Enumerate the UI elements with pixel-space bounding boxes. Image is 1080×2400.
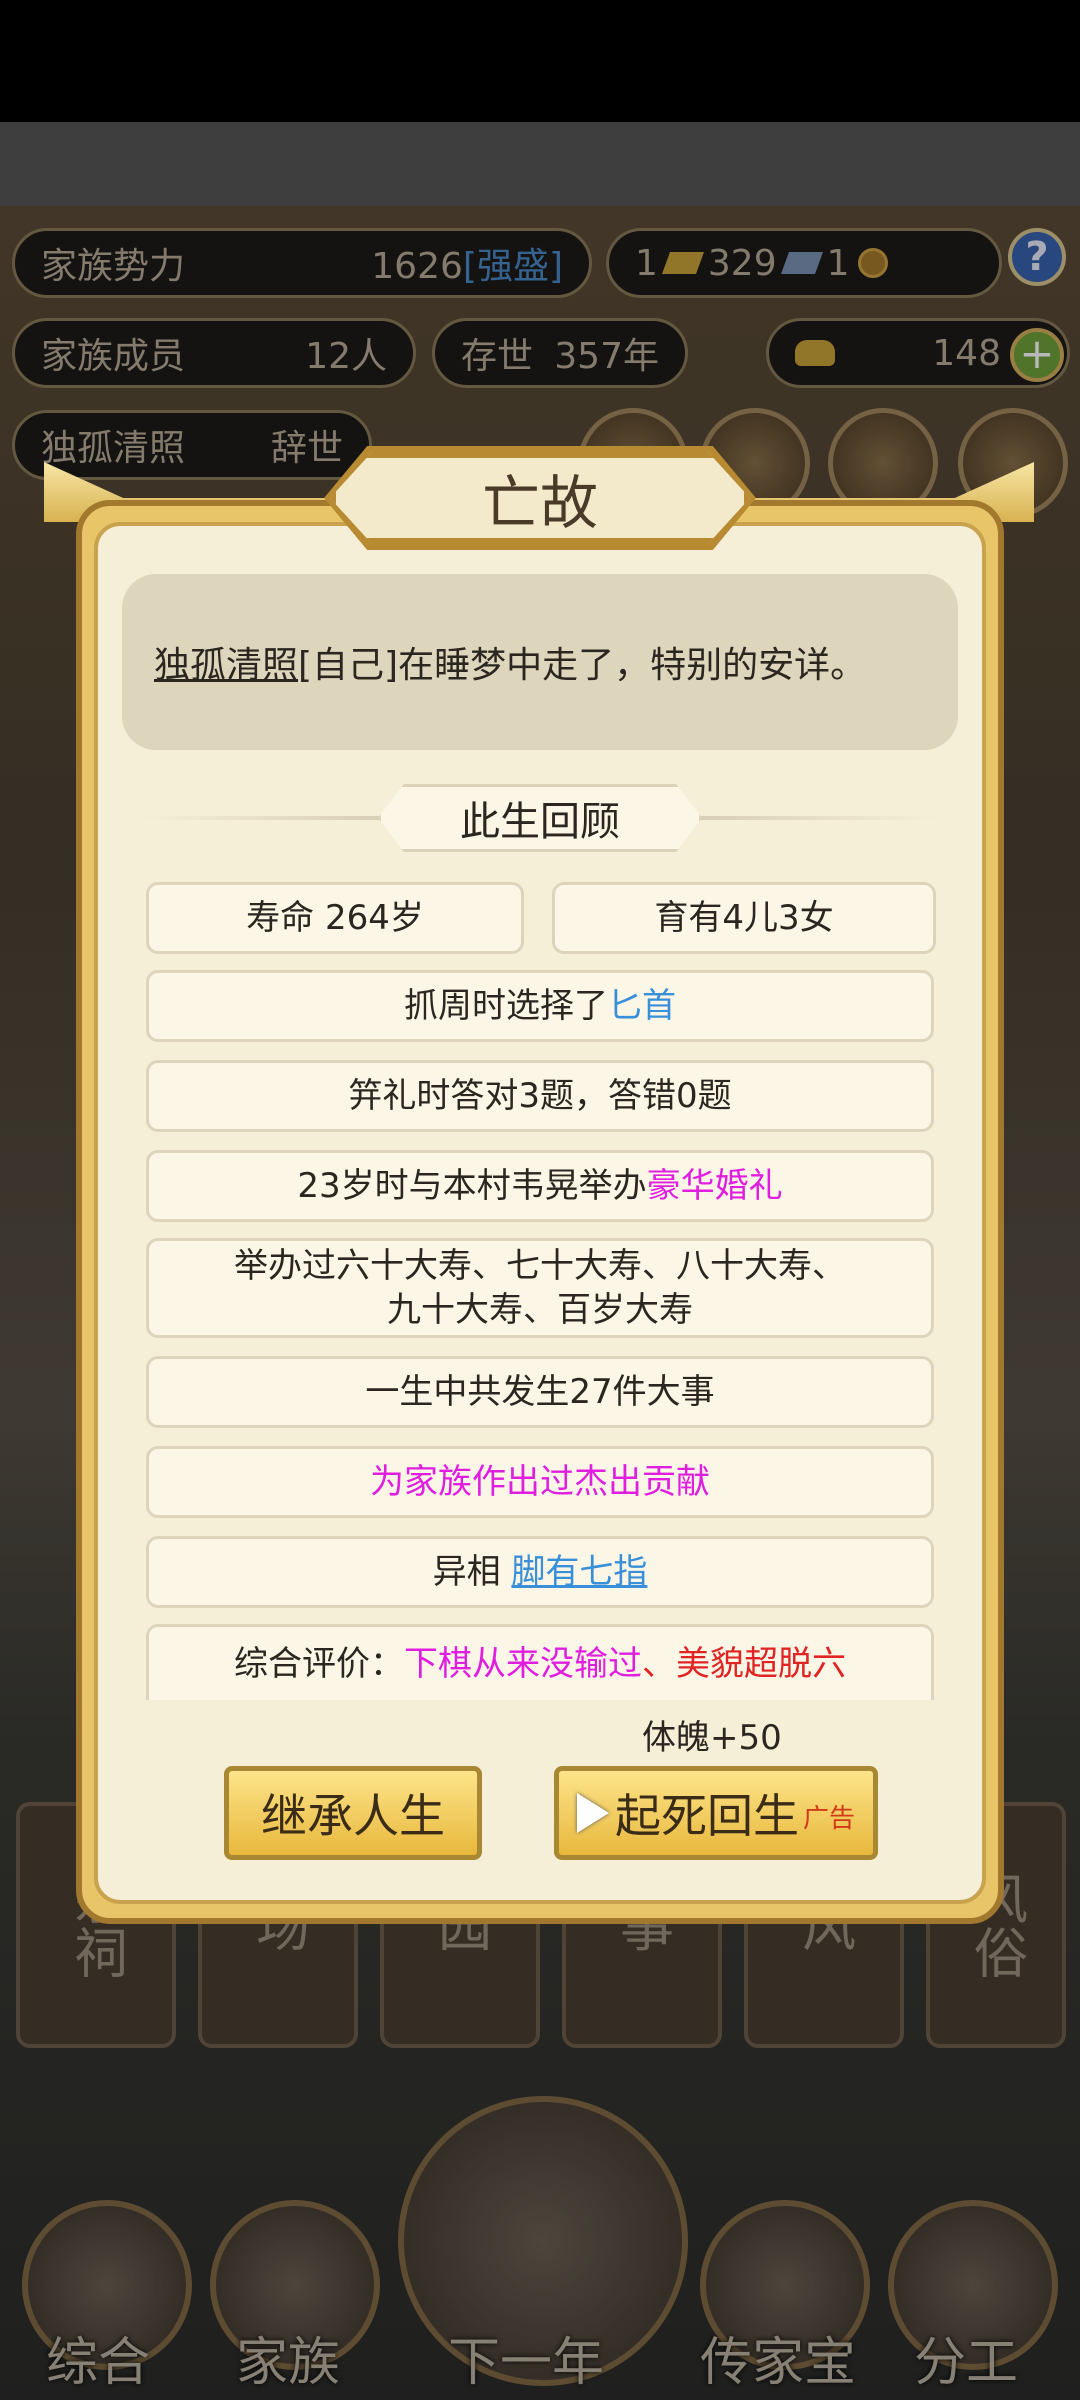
inherit-life-button[interactable]: 继承人生 — [224, 1766, 482, 1860]
eval-2: 美貌超脱六 — [676, 1643, 846, 1684]
birthday-line-2: 九十大寿、百岁大寿 — [387, 1290, 693, 1330]
modal-title: 亡故 — [330, 452, 750, 544]
life-review-header: 此生回顾 — [378, 784, 702, 852]
children-cell: 育有4儿3女 — [552, 882, 936, 954]
inherit-life-label: 继承人生 — [261, 1789, 445, 1843]
evaluation-row: 综合评价： 下棋从来没输过、美貌超脱六 — [146, 1624, 934, 1700]
eval-1: 下棋从来没输过 — [404, 1643, 642, 1684]
revive-button[interactable]: 起死回生 广告 — [554, 1766, 878, 1860]
contribution-text: 为家族作出过杰出贡献 — [370, 1462, 710, 1502]
jili-text: 笄礼时答对3题，答错0题 — [348, 1076, 732, 1116]
zhuazhou-prefix: 抓周时选择了 — [404, 986, 608, 1026]
revive-label: 起死回生 — [614, 1789, 799, 1843]
death-text: [自己]在睡梦中走了，特别的安详。 — [298, 645, 867, 686]
wedding-type: 豪华婚礼 — [646, 1166, 783, 1206]
birthday-line-1: 举办过六十大寿、七十大寿、八十大寿、 — [234, 1246, 846, 1286]
life-review-title: 此生回顾 — [460, 799, 620, 845]
wedding-prefix: 23岁时与本村韦晃举办 — [297, 1166, 647, 1206]
trait-prefix: 异相 — [432, 1552, 501, 1592]
trait-row: 异相 脚有七指 — [146, 1536, 934, 1608]
death-message: 独孤清照 [自己]在睡梦中走了，特别的安详。 — [122, 574, 958, 750]
events-text: 一生中共发生27件大事 — [365, 1372, 715, 1412]
wedding-row: 23岁时与本村韦晃举办 豪华婚礼 — [146, 1150, 934, 1222]
bonus-text: 体魄+50 — [642, 1718, 782, 1758]
status-bar — [0, 0, 1080, 122]
zhuazhou-row: 抓周时选择了 匕首 — [146, 970, 934, 1042]
ad-label: 广告 — [802, 1804, 855, 1834]
contribution-row: 为家族作出过杰出贡献 — [146, 1446, 934, 1518]
eval-sep: 、 — [642, 1643, 676, 1684]
birthday-row: 举办过六十大寿、七十大寿、八十大寿、 九十大寿、百岁大寿 — [146, 1238, 934, 1338]
review-divider-left — [140, 816, 390, 820]
children-text: 育有4儿3女 — [654, 898, 834, 938]
deceased-name-link[interactable]: 独孤清照 — [154, 636, 298, 688]
play-ad-icon — [576, 1793, 609, 1833]
review-divider-right — [690, 816, 940, 820]
trait-link[interactable]: 脚有七指 — [511, 1550, 647, 1594]
eval-prefix: 综合评价： — [234, 1643, 404, 1684]
events-row: 一生中共发生27件大事 — [146, 1356, 934, 1428]
title-bar — [0, 122, 1080, 206]
lifespan-cell: 寿命 264岁 — [146, 882, 524, 954]
zhuazhou-item: 匕首 — [608, 986, 676, 1026]
jili-row: 笄礼时答对3题，答错0题 — [146, 1060, 934, 1132]
modal-title-text: 亡故 — [481, 469, 598, 537]
lifespan-text: 寿命 264岁 — [246, 898, 424, 938]
